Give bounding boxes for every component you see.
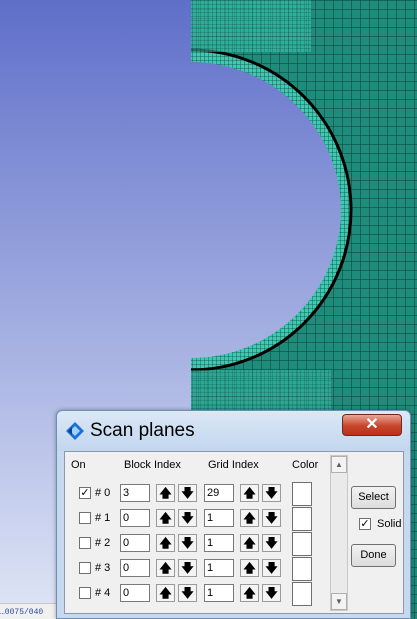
plane-2-block-down-button[interactable]: 🡇 [178,534,197,552]
plane-3-block-input[interactable]: 0 [120,559,150,577]
status-bar: …0075/040 [0,603,60,619]
plane-4-color-swatch[interactable] [292,582,312,606]
plane-4-block-input[interactable]: 0 [120,584,150,602]
plane-1-block-up-button[interactable]: 🡅 [156,509,175,527]
plane-row-4: # 4 0 🡅 🡇 1 🡅 🡇 [68,581,330,606]
plane-1-label: # 1 [95,512,111,524]
plane-3-block-up-button[interactable]: 🡅 [156,559,175,577]
plane-1-grid-up-button[interactable]: 🡅 [240,509,259,527]
plane-0-grid-down-button[interactable]: 🡇 [262,484,281,502]
dialog-client-area: On Block Index Grid Index Color ✓ # 0 3 … [64,451,404,614]
plane-4-block-down-button[interactable]: 🡇 [178,584,197,602]
plane-2-checkbox[interactable] [79,537,91,549]
close-button[interactable]: ✕ [342,414,402,436]
plane-2-block-input[interactable]: 0 [120,534,150,552]
plane-1-checkbox[interactable] [79,512,91,524]
plane-2-color-swatch[interactable] [292,532,312,556]
planes-list-panel: On Block Index Grid Index Color ✓ # 0 3 … [68,455,330,611]
plane-4-checkbox[interactable] [79,587,91,599]
done-button[interactable]: Done [351,544,396,567]
diamond-logo-icon [66,422,84,440]
select-button[interactable]: Select [351,486,396,509]
plane-2-label: # 2 [95,537,111,549]
plane-4-grid-up-button[interactable]: 🡅 [240,584,259,602]
plane-row-2: # 2 0 🡅 🡇 1 🡅 🡇 [68,531,330,556]
plane-1-grid-input[interactable]: 1 [204,509,234,527]
plane-row-0: ✓ # 0 3 🡅 🡇 29 🡅 🡇 [68,481,330,506]
plane-row-3: # 3 0 🡅 🡇 1 🡅 🡇 [68,556,330,581]
dialog-title: Scan planes [90,420,195,441]
plane-4-grid-down-button[interactable]: 🡇 [262,584,281,602]
plane-2-grid-up-button[interactable]: 🡅 [240,534,259,552]
header-block-index: Block Index [124,459,181,471]
plane-4-label: # 4 [95,587,111,599]
plane-2-block-up-button[interactable]: 🡅 [156,534,175,552]
plane-0-label: # 0 [95,487,111,499]
solid-checkbox[interactable]: ✓ [359,518,371,530]
scroll-up-icon[interactable]: ▲ [331,456,347,473]
plane-row-1: # 1 0 🡅 🡇 1 🡅 🡇 [68,506,330,531]
status-text: …0075/040 [0,608,44,617]
plane-4-grid-input[interactable]: 1 [204,584,234,602]
plane-3-grid-down-button[interactable]: 🡇 [262,559,281,577]
plane-3-grid-up-button[interactable]: 🡅 [240,559,259,577]
plane-1-grid-down-button[interactable]: 🡇 [262,509,281,527]
plane-3-block-down-button[interactable]: 🡇 [178,559,197,577]
plane-0-block-up-button[interactable]: 🡅 [156,484,175,502]
plane-3-grid-input[interactable]: 1 [204,559,234,577]
plane-2-grid-input[interactable]: 1 [204,534,234,552]
plane-4-block-up-button[interactable]: 🡅 [156,584,175,602]
plane-0-checkbox[interactable]: ✓ [79,487,91,499]
planes-scrollbar[interactable]: ▲ ▼ [330,455,348,611]
scan-planes-dialog: Scan planes ✕ On Block Index Grid Index … [56,410,411,619]
plane-3-checkbox[interactable] [79,562,91,574]
plane-0-grid-up-button[interactable]: 🡅 [240,484,259,502]
plane-1-color-swatch[interactable] [292,507,312,531]
plane-0-block-down-button[interactable]: 🡇 [178,484,197,502]
header-color: Color [292,459,319,471]
plane-2-grid-down-button[interactable]: 🡇 [262,534,281,552]
solid-label: Solid [377,518,402,530]
header-on: On [71,459,86,471]
plane-0-color-swatch[interactable] [292,482,312,506]
plane-1-block-down-button[interactable]: 🡇 [178,509,197,527]
plane-0-block-input[interactable]: 3 [120,484,150,502]
dialog-titlebar[interactable]: Scan planes ✕ [57,411,410,451]
scroll-down-icon[interactable]: ▼ [331,593,347,610]
plane-1-block-input[interactable]: 0 [120,509,150,527]
plane-3-label: # 3 [95,562,111,574]
plane-0-grid-input[interactable]: 29 [204,484,234,502]
header-grid-index: Grid Index [208,459,259,471]
plane-3-color-swatch[interactable] [292,557,312,581]
